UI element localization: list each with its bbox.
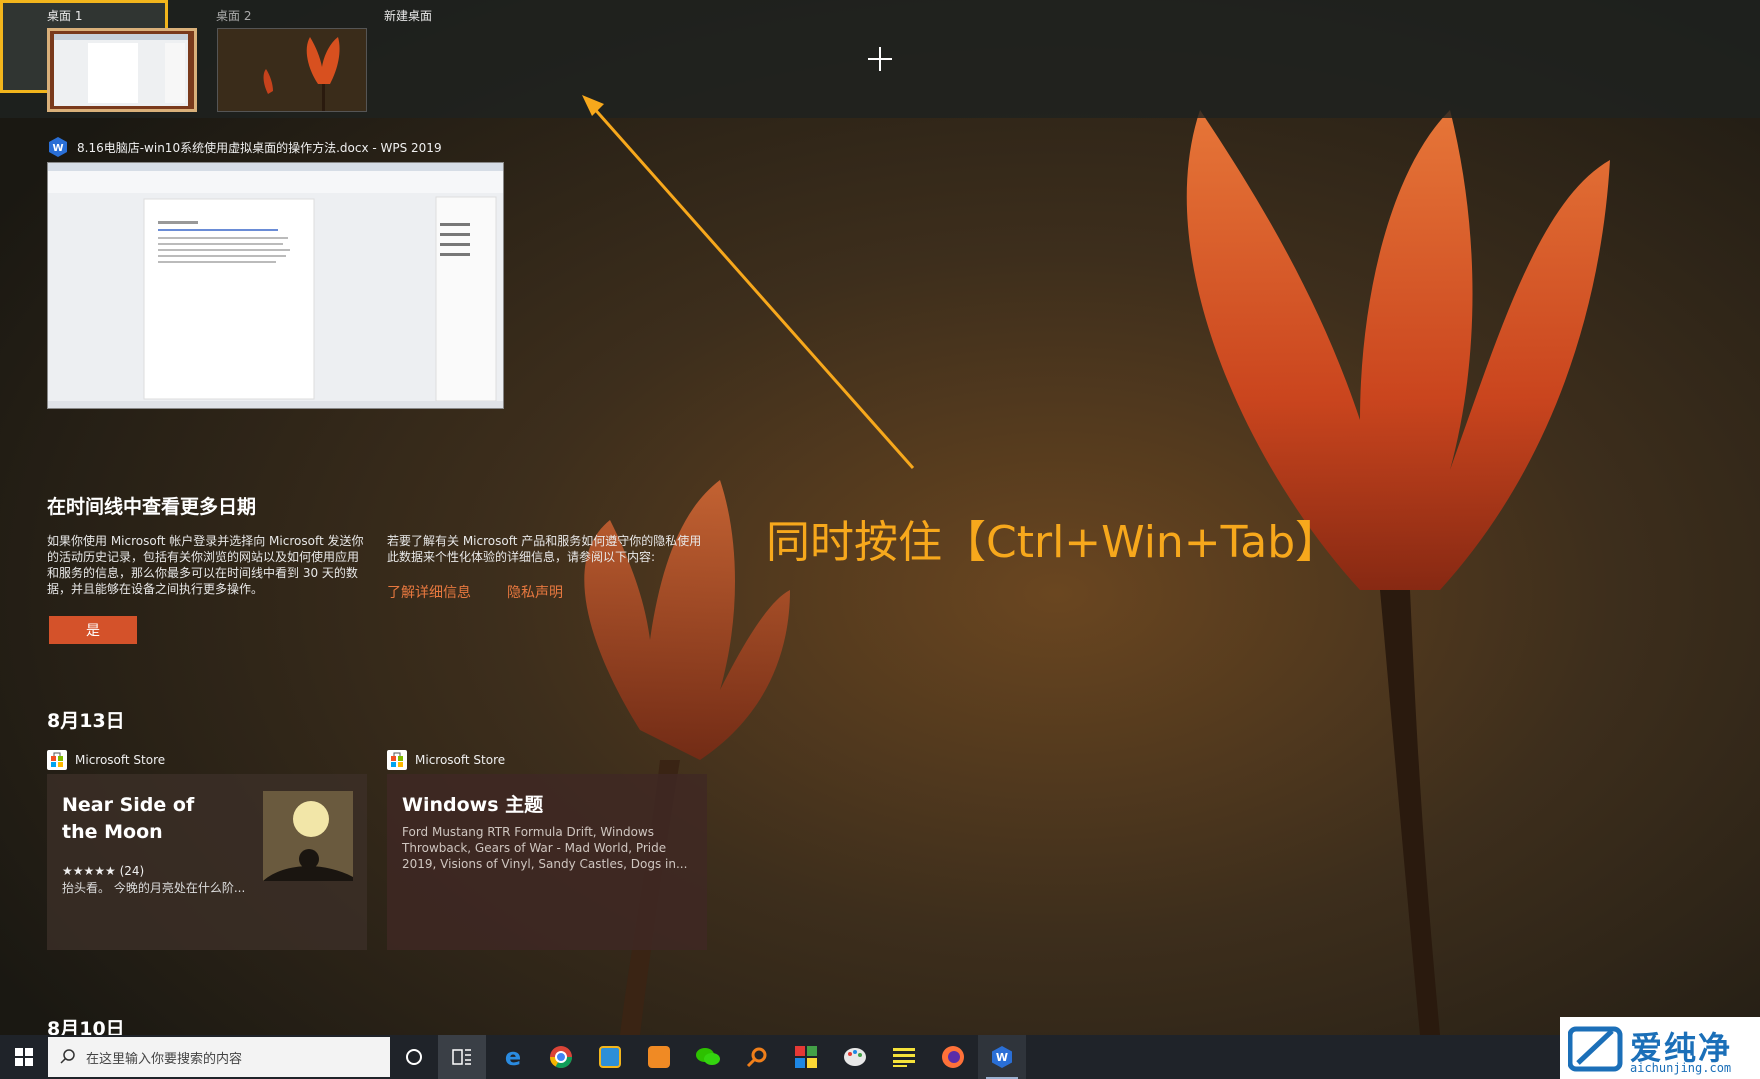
desktop-1-thumbnail[interactable] (47, 28, 197, 112)
annotation-text: 同时按住【Ctrl+Win+Tab】 (766, 517, 1340, 568)
desktop-2-label: 桌面 2 (216, 9, 252, 23)
desktop-2-thumbnail[interactable] (217, 28, 367, 112)
timeline-heading: 在时间线中查看更多日期 (47, 496, 257, 518)
svg-text:e: e (505, 1045, 521, 1069)
paint-icon (844, 1048, 866, 1066)
watermark-logo-icon (1568, 1026, 1623, 1072)
search-app-icon (746, 1047, 767, 1068)
firefox-icon (942, 1046, 964, 1068)
watermark-url: aichunjing.com (1630, 1061, 1732, 1075)
activity-description: 抬头看。 今晚的月亮处在什么阶... (62, 881, 246, 895)
window-title: 8.16电脑店-win10系统使用虚拟桌面的操作方法.docx - WPS 20… (77, 140, 442, 155)
color-blocks-taskbar-button[interactable] (782, 1035, 830, 1079)
activity-app-row: Microsoft Store (387, 750, 505, 770)
chrome-icon (550, 1046, 572, 1068)
edge-icon: e (505, 1045, 521, 1069)
windows-icon (15, 1048, 33, 1066)
paint-taskbar-button[interactable] (831, 1035, 879, 1079)
microsoft-store-icon (387, 750, 407, 770)
wechat-icon (696, 1048, 720, 1065)
virtual-desktops-bar: 桌面 1 桌面 2 新建桌面 (0, 0, 1760, 118)
learn-more-link[interactable]: 了解详细信息 (387, 582, 471, 602)
privacy-statement-link[interactable]: 隐私声明 (507, 582, 563, 602)
color-blocks-icon (795, 1046, 817, 1068)
wps-app-icon (648, 1046, 670, 1068)
new-desktop-label: 新建桌面 (384, 9, 433, 23)
moon-thumbnail (263, 791, 353, 881)
taskbar-search-box[interactable]: 在这里输入你要搜索的内容 (48, 1037, 390, 1077)
timeline-description: 如果你使用 Microsoft 帐户登录并选择向 Microsoft 发送你的活… (47, 534, 364, 596)
activity-app-row: Microsoft Store (47, 750, 165, 770)
firefox-taskbar-button[interactable] (929, 1035, 977, 1079)
activity-description: Ford Mustang RTR Formula Drift, Windows … (402, 825, 688, 871)
task-view-icon (452, 1049, 471, 1065)
edge-taskbar-button[interactable]: e (489, 1035, 537, 1079)
cortana-button[interactable] (390, 1035, 438, 1079)
window-title-row[interactable]: W 8.16电脑店-win10系统使用虚拟桌面的操作方法.docx - WPS … (47, 136, 442, 158)
desktop-1-preview (50, 31, 194, 109)
search-app-taskbar-button[interactable] (733, 1035, 781, 1079)
activity-app-name: Microsoft Store (415, 753, 506, 767)
chrome-taskbar-button[interactable] (537, 1035, 585, 1079)
activity-title: Near Side of the Moon (62, 794, 195, 843)
microsoft-store-icon (47, 750, 67, 770)
desktop-2-preview (218, 29, 366, 111)
privacy-description: 若要了解有关 Microsoft 产品和服务如何遵守你的隐私使用此数据来个性化体… (387, 534, 702, 564)
document-preview (48, 163, 503, 408)
taskbar: 在这里输入你要搜索的内容 e W (0, 1035, 1760, 1079)
window-preview[interactable] (47, 162, 504, 409)
activity-title: Windows 主题 (402, 794, 544, 816)
cortana-icon (406, 1049, 422, 1065)
activity-card-themes[interactable]: Windows 主题 Ford Mustang RTR Formula Drif… (387, 774, 707, 950)
svg-text:W: W (52, 143, 63, 154)
rating: ★★★★★ (24) (62, 864, 145, 878)
task-view-button[interactable] (438, 1035, 486, 1079)
start-button[interactable] (0, 1035, 48, 1079)
plus-icon (868, 47, 892, 71)
site-watermark: 爱纯净 aichunjing.com (1560, 1017, 1760, 1079)
wechat-taskbar-button[interactable] (684, 1035, 732, 1079)
svg-text:W: W (996, 1051, 1008, 1064)
app-icon (599, 1046, 621, 1068)
search-placeholder: 在这里输入你要搜索的内容 (86, 1051, 243, 1067)
notes-taskbar-button[interactable] (880, 1035, 928, 1079)
activity-card-moon[interactable]: Near Side of the Moon ★★★★★ (24) 抬头看。 今晚… (47, 774, 367, 950)
wps-writer-taskbar-button[interactable]: W (978, 1035, 1026, 1079)
wps-taskbar-button[interactable] (635, 1035, 683, 1079)
activity-app-name: Microsoft Store (75, 753, 166, 767)
notes-icon (893, 1048, 915, 1067)
desktop-1-label: 桌面 1 (47, 9, 83, 23)
date-heading: 8月13日 (47, 710, 125, 732)
app-taskbar-button[interactable] (586, 1035, 634, 1079)
search-icon (60, 1049, 75, 1064)
wps-writer-icon: W (992, 1046, 1012, 1068)
wps-writer-icon: W (49, 137, 67, 157)
yes-button[interactable]: 是 (49, 616, 137, 644)
